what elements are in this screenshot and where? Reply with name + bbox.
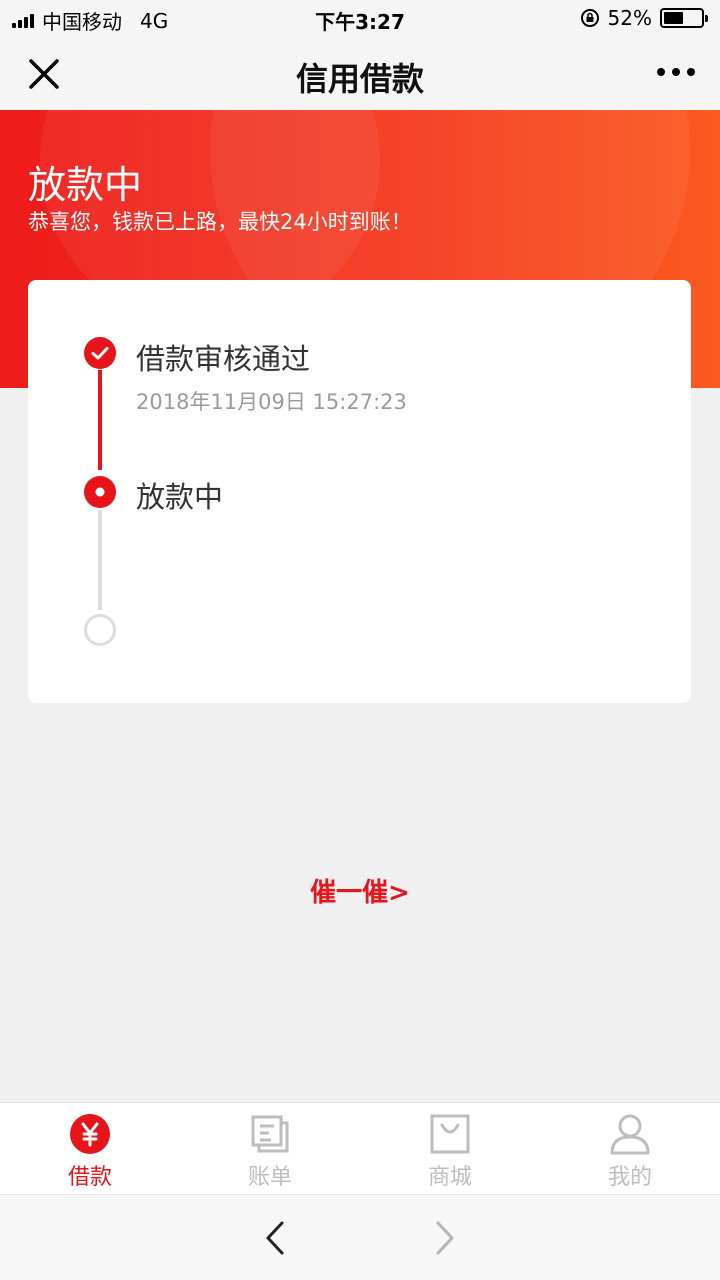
banner-title: 放款中 bbox=[28, 163, 143, 207]
tab-label: 借款 bbox=[67, 1165, 112, 1190]
page-title: 信用借款 bbox=[295, 60, 424, 98]
banner-subtitle: 恭喜您，钱款已上路，最快24小时到账！ bbox=[28, 210, 412, 234]
battery-icon bbox=[660, 8, 708, 28]
browser-toolbar bbox=[0, 1194, 720, 1280]
bill-icon bbox=[251, 1115, 289, 1153]
rotation-lock-icon bbox=[580, 9, 599, 27]
step-time: 2018年11月09日 15:27:23 bbox=[136, 390, 407, 414]
urge-button[interactable]: 催一催> bbox=[0, 872, 720, 909]
tab-mine[interactable]: 我的 bbox=[540, 1103, 720, 1194]
forward-arrow-icon[interactable] bbox=[432, 1219, 458, 1257]
shop-bag-icon bbox=[430, 1114, 470, 1154]
tab-shop[interactable]: 商城 bbox=[360, 1103, 540, 1194]
step-title: 放款中 bbox=[136, 480, 224, 514]
status-bar: 中国移动 4G 下午3:27 52% bbox=[0, 0, 720, 36]
yuan-icon bbox=[70, 1114, 110, 1154]
user-icon bbox=[610, 1114, 650, 1155]
step-done-icon bbox=[84, 337, 116, 369]
battery-fill bbox=[664, 12, 683, 24]
tab-bill[interactable]: 账单 bbox=[180, 1103, 360, 1194]
step-pending-icon bbox=[84, 614, 116, 646]
progress-card: 借款审核通过 2018年11月09日 15:27:23 放款中 bbox=[28, 280, 691, 703]
step-current-icon bbox=[84, 476, 116, 508]
nav-bar: 信用借款 bbox=[0, 36, 720, 110]
tab-label: 商城 bbox=[427, 1165, 472, 1190]
battery-percent: 52% bbox=[607, 6, 652, 30]
tab-label: 我的 bbox=[607, 1165, 652, 1190]
progress-line-done bbox=[98, 370, 102, 470]
progress-line-pending bbox=[98, 510, 102, 610]
step-title: 借款审核通过 bbox=[136, 342, 311, 376]
tab-bar: 借款 账单 商城 我的 bbox=[0, 1102, 720, 1194]
back-arrow-icon[interactable] bbox=[262, 1219, 288, 1257]
tab-label: 账单 bbox=[247, 1165, 292, 1190]
check-icon bbox=[91, 347, 109, 360]
more-icon[interactable] bbox=[656, 66, 696, 78]
tab-loan[interactable]: 借款 bbox=[0, 1103, 180, 1194]
